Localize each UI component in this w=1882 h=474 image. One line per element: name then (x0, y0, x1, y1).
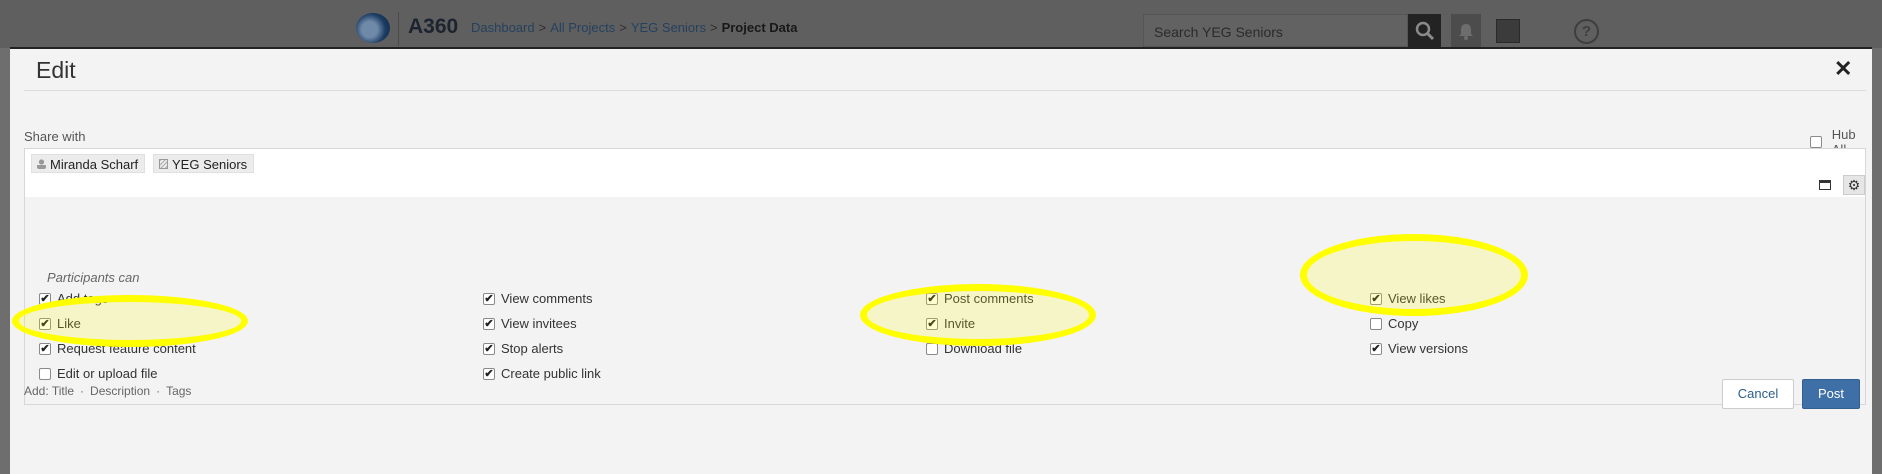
breadcrumb: Dashboard > All Projects > YEG Seniors > Proje… (471, 20, 797, 35)
permission-view-invitees[interactable]: ✔ View invitees (483, 316, 577, 331)
search-input[interactable]: Search YEG Seniors (1143, 14, 1408, 47)
separator-dot: · (80, 384, 85, 398)
breadcrumb-separator: > (538, 20, 547, 35)
participants-label: Participants can (47, 270, 140, 285)
search-button[interactable] (1408, 14, 1441, 47)
permission-label: Stop alerts (501, 341, 564, 356)
permission-checkbox[interactable]: ✔ (483, 342, 495, 355)
permission-label: Edit or upload file (57, 366, 158, 381)
breadcrumb-all-projects[interactable]: All Projects (550, 20, 615, 35)
bell-icon (1459, 24, 1473, 40)
highlight-annotation (1300, 234, 1528, 316)
add-tags-link[interactable]: Tags (166, 384, 191, 398)
breadcrumb-dashboard[interactable]: Dashboard (471, 20, 535, 35)
title-divider (24, 90, 1866, 91)
a360-logo-icon[interactable] (356, 13, 390, 43)
permission-label: Create public link (501, 366, 601, 381)
breadcrumb-yeg-seniors[interactable]: YEG Seniors (631, 20, 706, 35)
hub-all-checkbox[interactable] (1810, 136, 1822, 148)
breadcrumb-current-page: Project Data (721, 20, 798, 35)
permission-label: View versions (1388, 341, 1468, 356)
share-panel: Miranda Scharf YEG Seniors ⚙ Participant… (24, 148, 1866, 405)
app-title: A360 (408, 15, 459, 38)
breadcrumb-separator: > (709, 20, 718, 35)
add-description-link[interactable]: Description (90, 384, 150, 398)
permission-checkbox[interactable] (1370, 317, 1382, 330)
cancel-button[interactable]: Cancel (1722, 379, 1794, 409)
permission-create-public-link[interactable]: ✔ Create public link (483, 366, 601, 381)
add-label: Add: (24, 384, 49, 398)
modal-title: Edit (36, 57, 76, 83)
permission-label: View comments (501, 291, 593, 306)
permission-checkbox[interactable]: ✔ (39, 342, 51, 355)
gear-icon[interactable]: ⚙ (1843, 175, 1865, 195)
permission-view-comments[interactable]: ✔ View comments (483, 291, 593, 306)
recipient-name: YEG Seniors (172, 156, 248, 172)
recipient-name: Miranda Scharf (50, 156, 139, 172)
post-button[interactable]: Post (1802, 379, 1860, 409)
highlight-annotation (12, 295, 248, 347)
add-metadata-links: Add: Title · Description · Tags (24, 384, 191, 398)
highlight-annotation (860, 284, 1096, 346)
separator-dot: · (156, 384, 161, 398)
permission-checkbox[interactable]: ✔ (483, 317, 495, 330)
permission-checkbox[interactable] (926, 342, 938, 355)
edit-modal: Edit ✕ Share with Hub All Miranda Scharf… (10, 47, 1872, 474)
folder-icon[interactable] (1819, 180, 1831, 190)
add-title-link[interactable]: Title (52, 384, 74, 398)
permission-checkbox[interactable] (39, 367, 51, 380)
recipients-field[interactable]: Miranda Scharf YEG Seniors ⚙ (25, 149, 1865, 197)
recipient-chip[interactable]: YEG Seniors (153, 154, 255, 173)
permission-checkbox[interactable]: ✔ (1370, 342, 1382, 355)
recipient-chip[interactable]: Miranda Scharf (31, 154, 146, 173)
permission-copy[interactable]: Copy (1370, 316, 1418, 331)
permission-checkbox[interactable]: ✔ (483, 367, 495, 380)
logo-divider (398, 12, 399, 46)
permission-checkbox[interactable]: ✔ (483, 292, 495, 305)
permission-edit-or-upload-file[interactable]: Edit or upload file (39, 366, 157, 381)
person-icon (37, 159, 46, 169)
share-with-label: Share with (24, 129, 86, 144)
help-icon[interactable]: ? (1574, 19, 1599, 44)
permission-label: View invitees (501, 316, 577, 331)
search-icon (1415, 21, 1435, 41)
permission-label: Copy (1388, 316, 1419, 331)
notifications-button[interactable] (1451, 14, 1481, 47)
close-icon[interactable]: ✕ (1834, 56, 1852, 82)
permission-stop-alerts[interactable]: ✔ Stop alerts (483, 341, 563, 356)
app-header: A360 Dashboard > All Projects > YEG Seniors >… (0, 0, 1882, 48)
breadcrumb-separator: > (619, 20, 627, 35)
permission-view-versions[interactable]: ✔ View versions (1370, 341, 1468, 356)
user-avatar[interactable] (1496, 19, 1520, 43)
group-icon (159, 159, 168, 169)
